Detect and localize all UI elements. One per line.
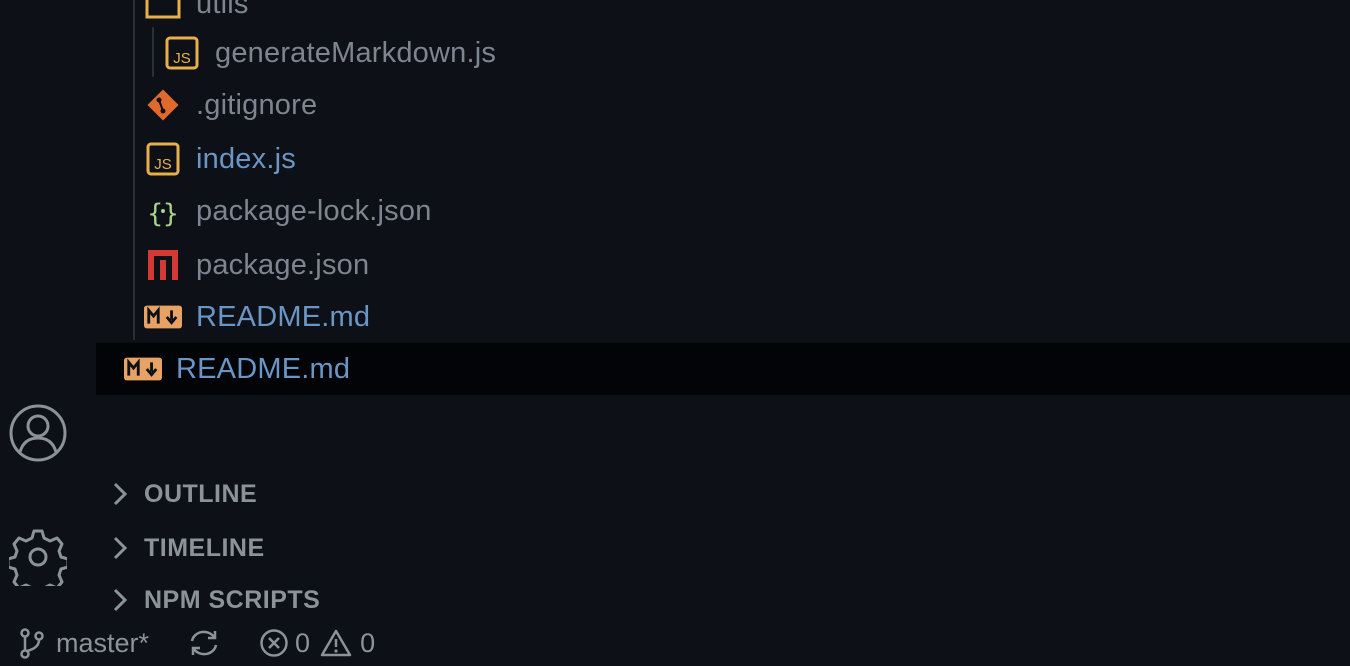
markdown-icon: [144, 298, 182, 336]
tree-item-utils[interactable]: utils: [96, 0, 1350, 30]
npm-icon: [144, 246, 182, 284]
sync-icon: [187, 628, 221, 658]
accounts-icon[interactable]: [7, 402, 69, 464]
javascript-icon: JS: [163, 34, 201, 72]
tree-item-label: README.md: [196, 300, 371, 333]
error-count: 0: [295, 627, 311, 658]
tree-item-gitignore[interactable]: .gitignore: [96, 79, 1350, 131]
status-bar: master* 0 0: [0, 620, 1350, 666]
tree-item-label: README.md: [176, 352, 351, 385]
tree-item-generatemarkdown-js[interactable]: JS generateMarkdown.js: [96, 27, 1350, 79]
warning-icon: [320, 628, 352, 658]
chevron-right-icon: [104, 479, 134, 509]
tree-item-label: package-lock.json: [196, 194, 432, 227]
section-title: NPM SCRIPTS: [144, 585, 321, 614]
warning-count: 0: [360, 627, 376, 658]
activity-bar: [0, 0, 76, 620]
markdown-icon: [124, 350, 162, 388]
tree-item-readme-md-selected[interactable]: README.md: [96, 343, 1350, 395]
tree-item-readme-md[interactable]: README.md: [96, 291, 1350, 343]
section-timeline[interactable]: TIMELINE: [96, 522, 265, 574]
git-icon: [144, 86, 182, 124]
settings-gear-icon[interactable]: [7, 526, 69, 588]
git-branch-icon: [18, 627, 46, 659]
chevron-right-icon: [104, 585, 134, 615]
explorer-panel: utils JS generateMarkdown.js .gitignore …: [96, 0, 1350, 620]
tree-item-label: generateMarkdown.js: [215, 36, 497, 69]
section-title: OUTLINE: [144, 479, 258, 508]
javascript-icon: JS: [144, 140, 182, 178]
tree-item-label: .gitignore: [196, 88, 318, 121]
chevron-right-icon: [104, 533, 134, 563]
branch-status[interactable]: master*: [18, 627, 149, 659]
tree-item-label: utils: [196, 0, 249, 20]
folder-icon: [144, 0, 182, 23]
tree-item-package-lock-json[interactable]: {} package-lock.json: [96, 185, 1350, 237]
tree-item-index-js[interactable]: JS index.js: [96, 133, 1350, 185]
branch-name: master*: [56, 627, 150, 658]
svg-text:{}: {}: [148, 199, 178, 228]
tree-item-package-json[interactable]: package.json: [96, 239, 1350, 291]
svg-text:JS: JS: [173, 50, 191, 67]
problems-status[interactable]: 0 0: [259, 628, 375, 659]
json-icon: {}: [144, 192, 182, 230]
section-npm-scripts[interactable]: NPM SCRIPTS: [96, 574, 320, 626]
sync-button[interactable]: [187, 628, 221, 658]
tree-item-label: package.json: [196, 248, 370, 281]
tree-item-label: index.js: [196, 142, 296, 175]
section-title: TIMELINE: [144, 533, 265, 562]
svg-text:JS: JS: [154, 156, 172, 173]
section-outline[interactable]: OUTLINE: [96, 468, 257, 520]
error-icon: [259, 628, 289, 658]
